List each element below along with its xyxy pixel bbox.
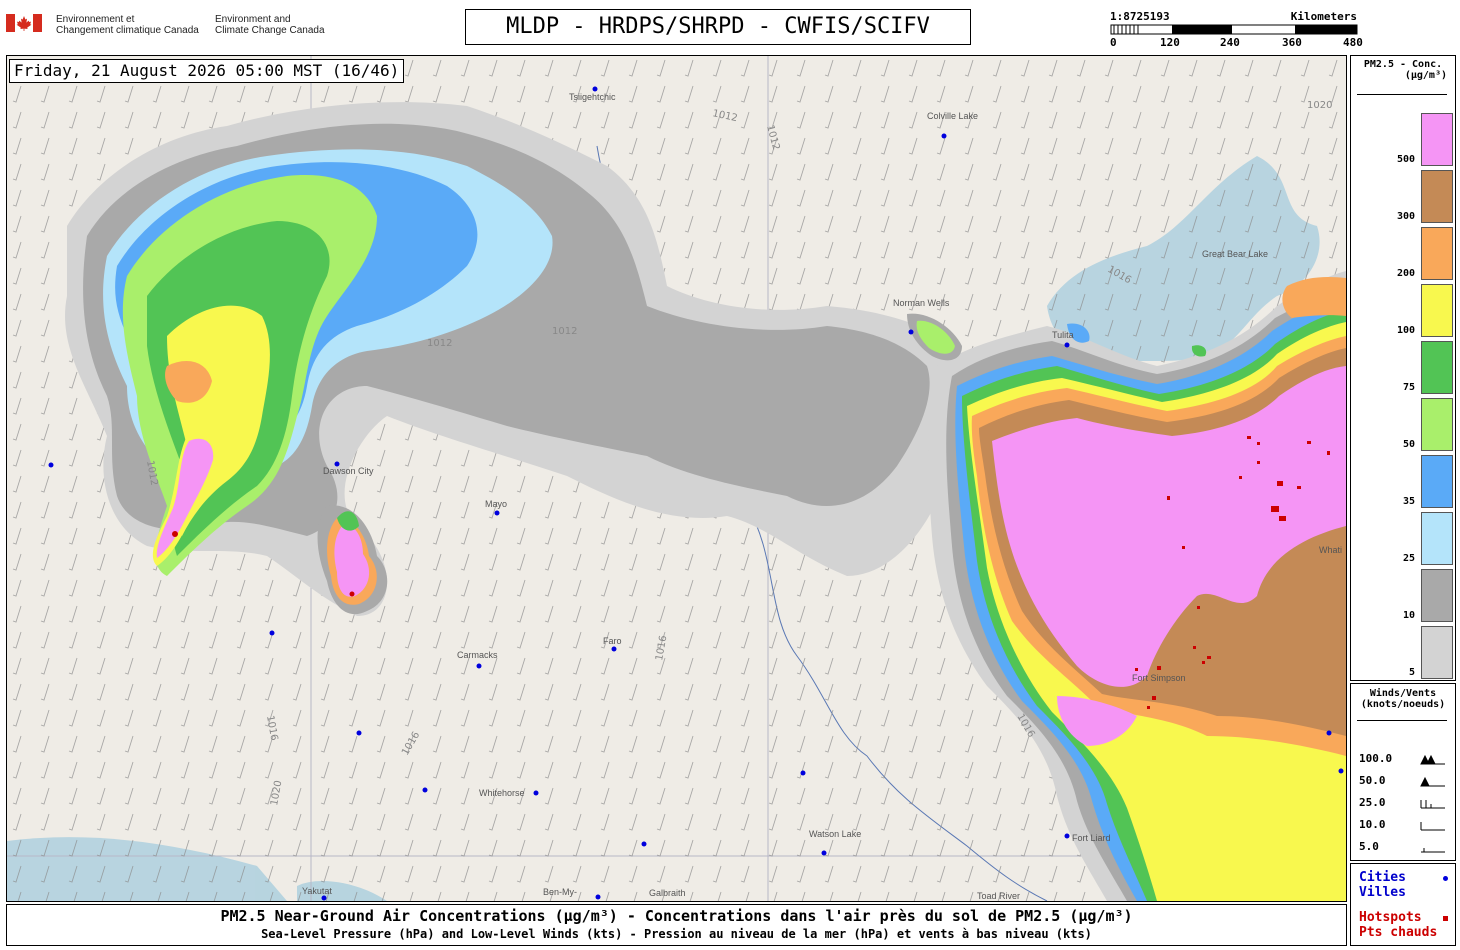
svg-text:Galbraith: Galbraith bbox=[649, 888, 686, 898]
pm25-swatch-25 bbox=[1421, 512, 1453, 565]
pm25-swatch-200 bbox=[1421, 227, 1453, 280]
pm25-level-100: 100 bbox=[1396, 325, 1415, 336]
svg-text:Yakutat: Yakutat bbox=[302, 886, 332, 896]
pm25-level-300: 300 bbox=[1396, 211, 1415, 222]
city-dot-icon bbox=[1443, 876, 1448, 881]
svg-text:Great Bear Lake: Great Bear Lake bbox=[1202, 249, 1268, 259]
svg-text:Toad River: Toad River bbox=[977, 891, 1020, 901]
caption-line-pressure-winds: Sea-Level Pressure (hPa) and Low-Level W… bbox=[261, 927, 1092, 941]
pm25-level-500: 500 bbox=[1396, 154, 1415, 165]
svg-text:Faro: Faro bbox=[603, 636, 622, 646]
scale-bar-graphic bbox=[1110, 24, 1358, 35]
svg-text:Fort Simpson: Fort Simpson bbox=[1132, 673, 1186, 683]
scale-tick-0: 0 bbox=[1110, 36, 1117, 49]
wind-barb-samples bbox=[1420, 754, 1445, 853]
pm25-swatch-10 bbox=[1421, 569, 1453, 622]
product-title: MLDP - HRDPS/SHRPD - CWFIS/SCIFV bbox=[465, 9, 971, 45]
canada-flag-logo bbox=[6, 14, 42, 32]
pm25-level-75: 75 bbox=[1402, 382, 1415, 393]
hotspots-label: Hotspots Pts chauds bbox=[1359, 910, 1438, 940]
svg-text:Tsiigehtchic: Tsiigehtchic bbox=[569, 92, 616, 102]
svg-text:Fort Liard: Fort Liard bbox=[1072, 833, 1111, 843]
svg-text:Tulita: Tulita bbox=[1052, 330, 1074, 340]
wind-speed-5: 5.0 bbox=[1359, 840, 1379, 853]
svg-text:Dawson City: Dawson City bbox=[323, 466, 374, 476]
pm25-swatch-5 bbox=[1421, 626, 1453, 679]
scale-tick-120: 120 bbox=[1160, 36, 1180, 49]
map-panel[interactable]: 1012 1012 1012 1012 1012 1016 1016 1016 … bbox=[6, 55, 1347, 902]
svg-text:Ben-My-: Ben-My- bbox=[543, 887, 577, 897]
pm25-swatch-100 bbox=[1421, 284, 1453, 337]
pm25-level-10: 10 bbox=[1402, 610, 1415, 621]
hotspot-square-icon bbox=[1443, 916, 1448, 921]
map-canvas[interactable]: 1012 1012 1012 1012 1012 1016 1016 1016 … bbox=[7, 56, 1346, 901]
pm25-swatch-500 bbox=[1421, 113, 1453, 166]
map-caption: PM2.5 Near-Ground Air Concentrations (µg… bbox=[6, 904, 1347, 946]
pm25-swatch-75 bbox=[1421, 341, 1453, 394]
scale-tick-480: 480 bbox=[1343, 36, 1363, 49]
scale-tick-240: 240 bbox=[1220, 36, 1240, 49]
pm25-level-35: 35 bbox=[1402, 496, 1415, 507]
svg-text:Mayo: Mayo bbox=[485, 499, 507, 509]
pm25-level-5: 5 bbox=[1408, 667, 1415, 678]
caption-line-pm25: PM2.5 Near-Ground Air Concentrations (µg… bbox=[220, 907, 1133, 925]
svg-text:Norman Wells: Norman Wells bbox=[893, 298, 950, 308]
points-legend: Cities Villes Hotspots Pts chauds bbox=[1350, 863, 1456, 946]
pm25-legend-title: PM2.5 - Conc. bbox=[1363, 59, 1443, 70]
forecast-timestamp: Friday, 21 August 2026 05:00 MST (16/46) bbox=[9, 59, 405, 83]
pm25-level-50: 50 bbox=[1402, 439, 1415, 450]
pm25-legend: PM2.5 - Conc. (µg/m³) 500 300 200 100 75… bbox=[1350, 55, 1456, 681]
department-name-fr: Environnement et Changement climatique C… bbox=[56, 14, 199, 36]
pm25-swatch-50 bbox=[1421, 398, 1453, 451]
pm25-level-200: 200 bbox=[1396, 268, 1415, 279]
scale-unit: Kilometers bbox=[1290, 10, 1357, 23]
svg-text:1012: 1012 bbox=[427, 338, 452, 349]
svg-text:1012: 1012 bbox=[552, 326, 577, 337]
department-name-en: Environment and Climate Change Canada bbox=[215, 14, 325, 36]
scale-tick-360: 360 bbox=[1282, 36, 1302, 49]
pm25-legend-unit: (µg/m³) bbox=[1404, 70, 1447, 81]
scale-bar: 1:8725193 Kilometers 0 120 240 360 480 bbox=[1110, 10, 1363, 50]
cities-label: Cities Villes bbox=[1359, 870, 1406, 900]
wind-speed-25: 25.0 bbox=[1359, 796, 1386, 809]
svg-text:Whitehorse: Whitehorse bbox=[479, 788, 525, 798]
svg-text:Whati: Whati bbox=[1319, 545, 1342, 555]
svg-text:Colville Lake: Colville Lake bbox=[927, 111, 978, 121]
wind-speed-50: 50.0 bbox=[1359, 774, 1386, 787]
pm25-swatch-35 bbox=[1421, 455, 1453, 508]
svg-text:Carmacks: Carmacks bbox=[457, 650, 498, 660]
pm25-level-25: 25 bbox=[1402, 553, 1415, 564]
svg-text:1020: 1020 bbox=[1307, 100, 1332, 111]
svg-text:Watson Lake: Watson Lake bbox=[809, 829, 861, 839]
wind-legend-unit: (knots/noeuds) bbox=[1360, 699, 1446, 710]
scale-ratio: 1:8725193 bbox=[1110, 10, 1170, 23]
wind-legend-title: Winds/Vents bbox=[1369, 688, 1437, 699]
wind-legend: Winds/Vents (knots/noeuds) 100.0 50.0 25… bbox=[1350, 683, 1456, 861]
wind-speed-10: 10.0 bbox=[1359, 818, 1386, 831]
pm25-swatch-300 bbox=[1421, 170, 1453, 223]
wind-speed-100: 100.0 bbox=[1359, 752, 1393, 765]
